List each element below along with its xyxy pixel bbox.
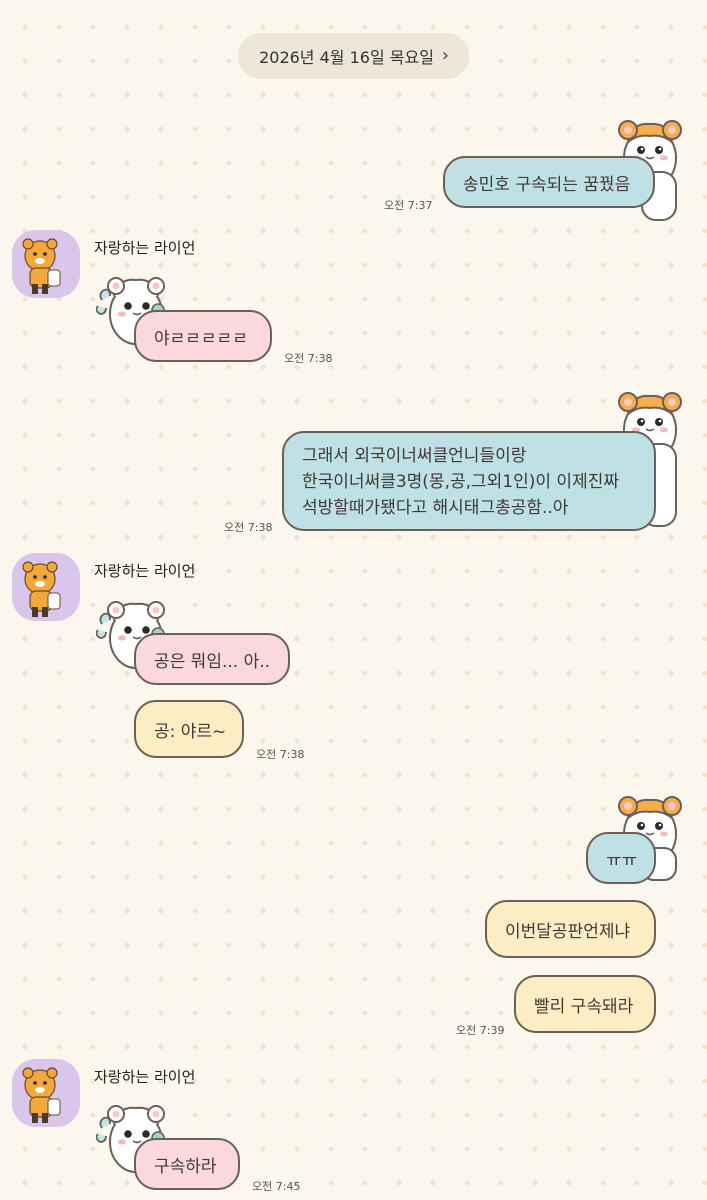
chevron-right-icon: › xyxy=(441,45,449,66)
message-text: 이번달공판언제냐 xyxy=(505,921,631,942)
message-bubble[interactable]: 야ㄹㄹㄹㄹㄹ xyxy=(134,310,272,362)
message-text: 공: 야르~ xyxy=(154,721,227,742)
message-text: 야ㄹㄹㄹㄹㄹ xyxy=(154,328,248,349)
message-bubble[interactable]: 공은 뭐임... 아.. xyxy=(134,633,290,685)
sender-avatar[interactable] xyxy=(12,553,80,621)
sender-name: 자랑하는 라이언 xyxy=(94,562,196,580)
sender-name: 자랑하는 라이언 xyxy=(94,1068,196,1086)
message-text: 공은 뭐임... 아.. xyxy=(154,651,271,672)
message-time: 오전 7:38 xyxy=(284,352,333,365)
message-line: 그래서 외국이너써클언니들이랑 xyxy=(302,446,527,466)
sender-avatar[interactable] xyxy=(12,230,80,298)
message-text: 빨리 구속돼라 xyxy=(534,996,634,1017)
message-time: 오전 7:45 xyxy=(252,1180,301,1193)
message-time: 오전 7:38 xyxy=(224,521,273,534)
message-text: 송민호 구속되는 꿈꿨음 xyxy=(463,174,631,195)
message-time: 오전 7:37 xyxy=(384,199,433,212)
ryan-avatar-icon xyxy=(12,553,80,621)
ryan-avatar-icon xyxy=(12,230,80,298)
sender-name: 자랑하는 라이언 xyxy=(94,239,196,257)
date-header-pill[interactable]: 2026년 4월 16일 목요일 › xyxy=(238,33,469,79)
ryan-avatar-icon xyxy=(12,1059,80,1127)
message-line: 한국이너써클3명(몽,공,그외1인)이 이제진짜 xyxy=(302,472,619,492)
message-bubble[interactable]: 빨리 구속돼라 xyxy=(514,975,656,1033)
message-bubble[interactable]: ㅠㅠ xyxy=(586,832,656,884)
sender-avatar[interactable] xyxy=(12,1059,80,1127)
message-bubble[interactable]: 공: 야르~ xyxy=(134,700,244,758)
message-bubble[interactable]: 송민호 구속되는 꿈꿨음 xyxy=(443,156,655,208)
message-text: ㅠㅠ xyxy=(606,850,638,871)
message-time: 오전 7:38 xyxy=(256,748,305,761)
message-text: 구속하라 xyxy=(154,1156,217,1177)
message-bubble[interactable]: 이번달공판언제냐 xyxy=(485,900,656,958)
message-bubble[interactable]: 그래서 외국이너써클언니들이랑 한국이너써클3명(몽,공,그외1인)이 이제진짜… xyxy=(282,431,656,531)
message-line: 석방할때가됐다고 해시태그총공함..아 xyxy=(302,498,569,518)
message-bubble[interactable]: 구속하라 xyxy=(134,1138,240,1190)
message-time: 오전 7:39 xyxy=(456,1024,505,1037)
date-header-label: 2026년 4월 16일 목요일 xyxy=(259,48,434,67)
